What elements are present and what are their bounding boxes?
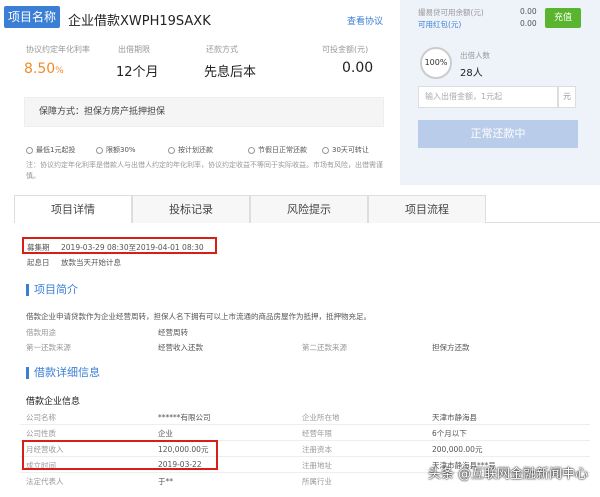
- raise-period-value: 2019-03-29 08:30至2019-04-01 08:30: [61, 243, 204, 252]
- source-watermark: 头条 @互联网金融新闻中心: [427, 467, 588, 482]
- period-label: 出借期限: [118, 45, 150, 54]
- table-row: 公司名称 ******有限公司 企业所在地 天津市静海县: [26, 413, 477, 422]
- first-source-value: 经营收入还款: [158, 343, 203, 352]
- clock-icon: [322, 146, 329, 154]
- redpacket-label[interactable]: 可用红包(元): [418, 19, 461, 30]
- recharge-button[interactable]: 充值: [545, 8, 581, 28]
- check-icon: [96, 146, 103, 154]
- feature-min-invest: 最低1元起投: [26, 145, 75, 155]
- check-icon: [248, 146, 255, 154]
- investors-label: 出借人数: [460, 51, 490, 60]
- investors-value: 28人: [460, 68, 483, 79]
- tab-project-flow[interactable]: 项目流程: [368, 195, 486, 223]
- redpacket-value: 0.00: [520, 19, 537, 28]
- purpose-value: 经营周转: [158, 328, 188, 337]
- project-intro-title: 项目简介: [26, 284, 78, 296]
- tab-project-details[interactable]: 项目详情: [14, 195, 132, 223]
- interest-start-label: 起息日: [27, 258, 50, 267]
- period-value: 12个月: [116, 65, 159, 80]
- revenue-date-highlight: [22, 440, 218, 470]
- guarantee-box: 保障方式：担保方房产抵押担保: [24, 97, 384, 127]
- repay-method-value: 先息后本: [204, 65, 257, 80]
- view-agreement-link[interactable]: 查看协议: [347, 14, 383, 27]
- balance-value: 0.00: [520, 7, 537, 16]
- tab-bid-records[interactable]: 投标记录: [132, 195, 250, 223]
- balance-label: 撮易贷可用余额(元): [418, 8, 484, 17]
- check-icon: [26, 146, 33, 154]
- tab-risk-warning[interactable]: 风险提示: [250, 195, 368, 223]
- interest-start-value: 放款当天开始计息: [61, 258, 121, 267]
- amount-input[interactable]: 输入出借金额，1元起: [418, 86, 558, 108]
- project-name-badge: 项目名称: [4, 6, 60, 28]
- raise-period-label: 募集期: [27, 243, 50, 252]
- risk-note: 注：协议约定年化利率是借款人与出借人约定的年化利率，协议约定收益不等同于实际收益…: [26, 161, 383, 180]
- company-info-title: 借款企业信息: [26, 397, 81, 407]
- feature-limit: 限额30%: [96, 145, 136, 155]
- loan-details-title: 借款详细信息: [26, 367, 100, 379]
- yuan-unit: 元: [558, 86, 576, 108]
- table-row: 公司性质 企业 经营年限 6个月以下: [26, 429, 467, 438]
- check-icon: [168, 146, 175, 154]
- second-source-label: 第二还款来源: [302, 343, 347, 352]
- rate-label: 协议约定年化利率: [26, 45, 90, 54]
- project-intro-text: 借款企业申请贷款作为企业经营周转，担保人名下拥有可以上市流通的商品房屋作为抵押，…: [26, 312, 371, 321]
- feature-holiday-repay: 节假日正常还款: [248, 145, 307, 155]
- feature-transfer: 30天可转让: [322, 145, 369, 155]
- repaying-status-button: 正常还款中: [418, 120, 578, 148]
- loan-title: 企业借款XWPH19SAXK: [68, 14, 211, 29]
- detail-tabs: 项目详情 投标记录 风险提示 项目流程: [14, 195, 600, 223]
- available-label: 可投金额(元): [322, 45, 369, 54]
- available-value: 0.00: [342, 60, 374, 76]
- first-source-label: 第一还款来源: [26, 343, 71, 352]
- purpose-label: 借款用途: [26, 328, 56, 337]
- second-source-value: 担保方还款: [432, 343, 470, 352]
- rate-value: 8.50%: [24, 61, 64, 77]
- feature-plan-repay: 按计划还款: [168, 145, 213, 155]
- repay-method-label: 还款方式: [206, 45, 238, 54]
- progress-circle: 100%: [420, 47, 452, 79]
